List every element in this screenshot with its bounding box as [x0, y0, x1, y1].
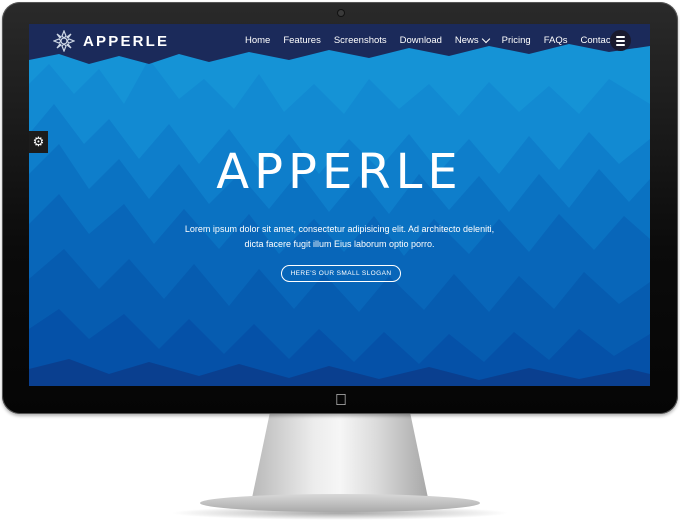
apple-logo-icon: : [332, 392, 350, 410]
navbar: APPERLE Home Features Screenshots Downlo…: [29, 24, 650, 60]
nav-item-label: Screenshots: [333, 35, 387, 46]
nav-item-download[interactable]: Download: [400, 35, 442, 46]
hero-description: Lorem ipsum dolor sit amet, consectetur …: [184, 224, 495, 249]
nav-item-label: Contact: [580, 35, 614, 46]
layered-mountains-background: [29, 24, 650, 386]
nav-item-label: Pricing: [501, 35, 531, 46]
slogan-button[interactable]: HERE'S OUR SMALL SLOGAN: [281, 265, 401, 282]
nav-item-label: FAQs: [543, 35, 568, 46]
gear-icon: ⚙: [32, 134, 45, 149]
camera-icon: [338, 10, 344, 16]
nav-item-label: News: [454, 35, 479, 46]
nav-item-screenshots[interactable]: Screenshots: [334, 35, 387, 46]
hero-title: APPERLE: [216, 144, 463, 200]
nav-item-features[interactable]: Features: [283, 35, 321, 46]
monitor-stand: [252, 414, 428, 498]
brand-name[interactable]: APPERLE: [83, 33, 169, 50]
nav-item-contact[interactable]: Contact: [580, 35, 613, 46]
nav-item-label: Download: [399, 35, 442, 46]
nav-item-faqs[interactable]: FAQs: [544, 35, 568, 46]
hamburger-menu-button[interactable]: [610, 30, 631, 51]
nav-menu: Home Features Screenshots Download News …: [245, 34, 626, 46]
settings-gear-button[interactable]: ⚙: [29, 131, 48, 153]
website-screen: APPERLE Home Features Screenshots Downlo…: [29, 24, 650, 386]
nav-item-pricing[interactable]: Pricing: [502, 35, 531, 46]
chevron-down-icon: [481, 34, 490, 44]
nav-item-home[interactable]: Home: [245, 35, 270, 46]
nav-item-label: Features: [283, 35, 321, 46]
nav-item-news[interactable]: News: [454, 34, 490, 46]
brand-logo-icon[interactable]: [53, 30, 75, 52]
nav-item-label: Home: [245, 35, 271, 46]
hamburger-icon: [616, 40, 625, 42]
hamburger-icon: [616, 44, 625, 46]
monitor-base: [200, 494, 480, 512]
hamburger-icon: [616, 36, 625, 38]
